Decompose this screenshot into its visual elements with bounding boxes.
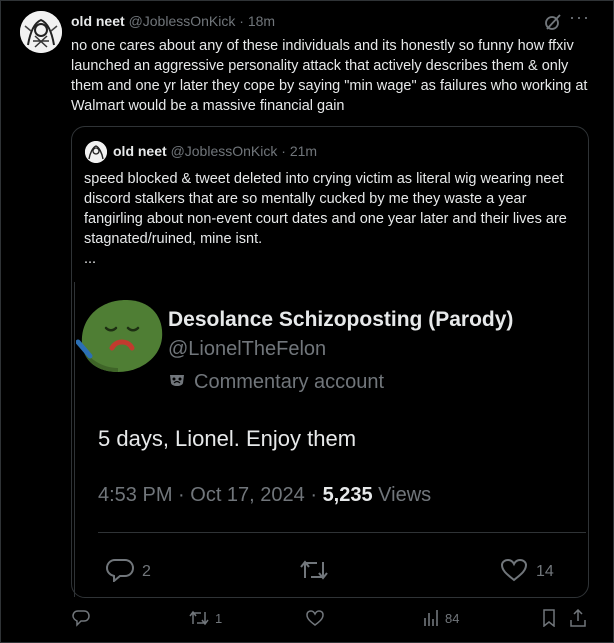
- embed-divider-line: [74, 282, 75, 597]
- tweet-text: no one cares about any of these individu…: [71, 38, 588, 114]
- share-icon: [570, 608, 586, 627]
- embed-handle: @LionelTheFelon: [168, 338, 327, 360]
- quote-text-block: speed blocked & tweet deleted into cryin…: [84, 169, 576, 269]
- grok-icon[interactable]: [544, 13, 562, 31]
- mask-icon: [170, 375, 184, 386]
- tweet-container: old neet @JoblessOnKick · 18m ··· no one…: [0, 0, 614, 643]
- tweet-header: old neet @JoblessOnKick · 18m: [71, 13, 275, 29]
- retweet-icon: [189, 610, 209, 626]
- embedded-screenshot: Desolance Schizoposting (Parody) @Lionel…: [72, 282, 588, 597]
- separator: ·: [239, 13, 244, 29]
- retweet-icon: [300, 560, 328, 580]
- embed-divider: [98, 532, 586, 533]
- embed-like: 14: [500, 558, 554, 582]
- like-icon: [306, 610, 324, 626]
- embed-display-name: Desolance Schizoposting (Parody): [168, 308, 514, 331]
- like-button[interactable]: [306, 609, 330, 633]
- more-icon[interactable]: ···: [569, 7, 590, 28]
- display-name[interactable]: old neet: [71, 13, 125, 29]
- avatar[interactable]: [20, 11, 62, 53]
- bookmark-button[interactable]: [541, 609, 563, 633]
- embed-views-label: Views: [372, 484, 432, 506]
- embed-retweet: [299, 558, 337, 582]
- quote-timestamp[interactable]: 21m: [290, 143, 317, 159]
- quote-handle[interactable]: @JoblessOnKick: [171, 143, 278, 159]
- quote-separator: ·: [281, 143, 286, 159]
- frog-avatar-icon: [76, 300, 163, 372]
- avatar-sketch-icon: [85, 141, 107, 163]
- embed-reply-count: 2: [142, 563, 151, 580]
- like-icon: [500, 558, 528, 582]
- retweet-button[interactable]: 1: [189, 609, 222, 633]
- embed-reply: 2: [105, 558, 151, 584]
- retweet-count: 1: [215, 611, 223, 626]
- quote-text: speed blocked & tweet deleted into cryin…: [84, 171, 567, 247]
- embed-badge-label: Commentary account: [194, 371, 385, 393]
- embed-like-count: 14: [536, 563, 554, 580]
- views-count: 84: [445, 611, 460, 626]
- views-icon: [424, 610, 438, 626]
- bookmark-icon: [543, 609, 555, 628]
- views-button[interactable]: 84: [423, 609, 459, 633]
- timestamp[interactable]: 18m: [248, 13, 275, 29]
- reply-icon: [72, 610, 90, 627]
- avatar-sketch-icon: [20, 11, 62, 53]
- embed-text: 5 days, Lionel. Enjoy them: [98, 426, 357, 451]
- handle[interactable]: @JoblessOnKick: [129, 13, 236, 29]
- quote-tweet[interactable]: old neet @JoblessOnKick · 21m speed bloc…: [71, 126, 589, 598]
- embed-meta: 4:53 PM · Oct 17, 2024 · 5,235 Views: [98, 484, 431, 507]
- share-button[interactable]: [569, 608, 593, 633]
- quote-ellipsis: ...: [84, 251, 97, 267]
- quote-header: old neet @JoblessOnKick · 21m: [113, 143, 317, 159]
- reply-button[interactable]: [72, 609, 96, 633]
- embed-meta-prefix: 4:53 PM · Oct 17, 2024 ·: [98, 484, 323, 506]
- quote-display-name[interactable]: old neet: [113, 143, 167, 159]
- embed-views-count: 5,235: [322, 484, 373, 506]
- embed-badge: Commentary account: [168, 371, 384, 394]
- quote-avatar[interactable]: [85, 141, 107, 163]
- reply-icon: [105, 559, 135, 584]
